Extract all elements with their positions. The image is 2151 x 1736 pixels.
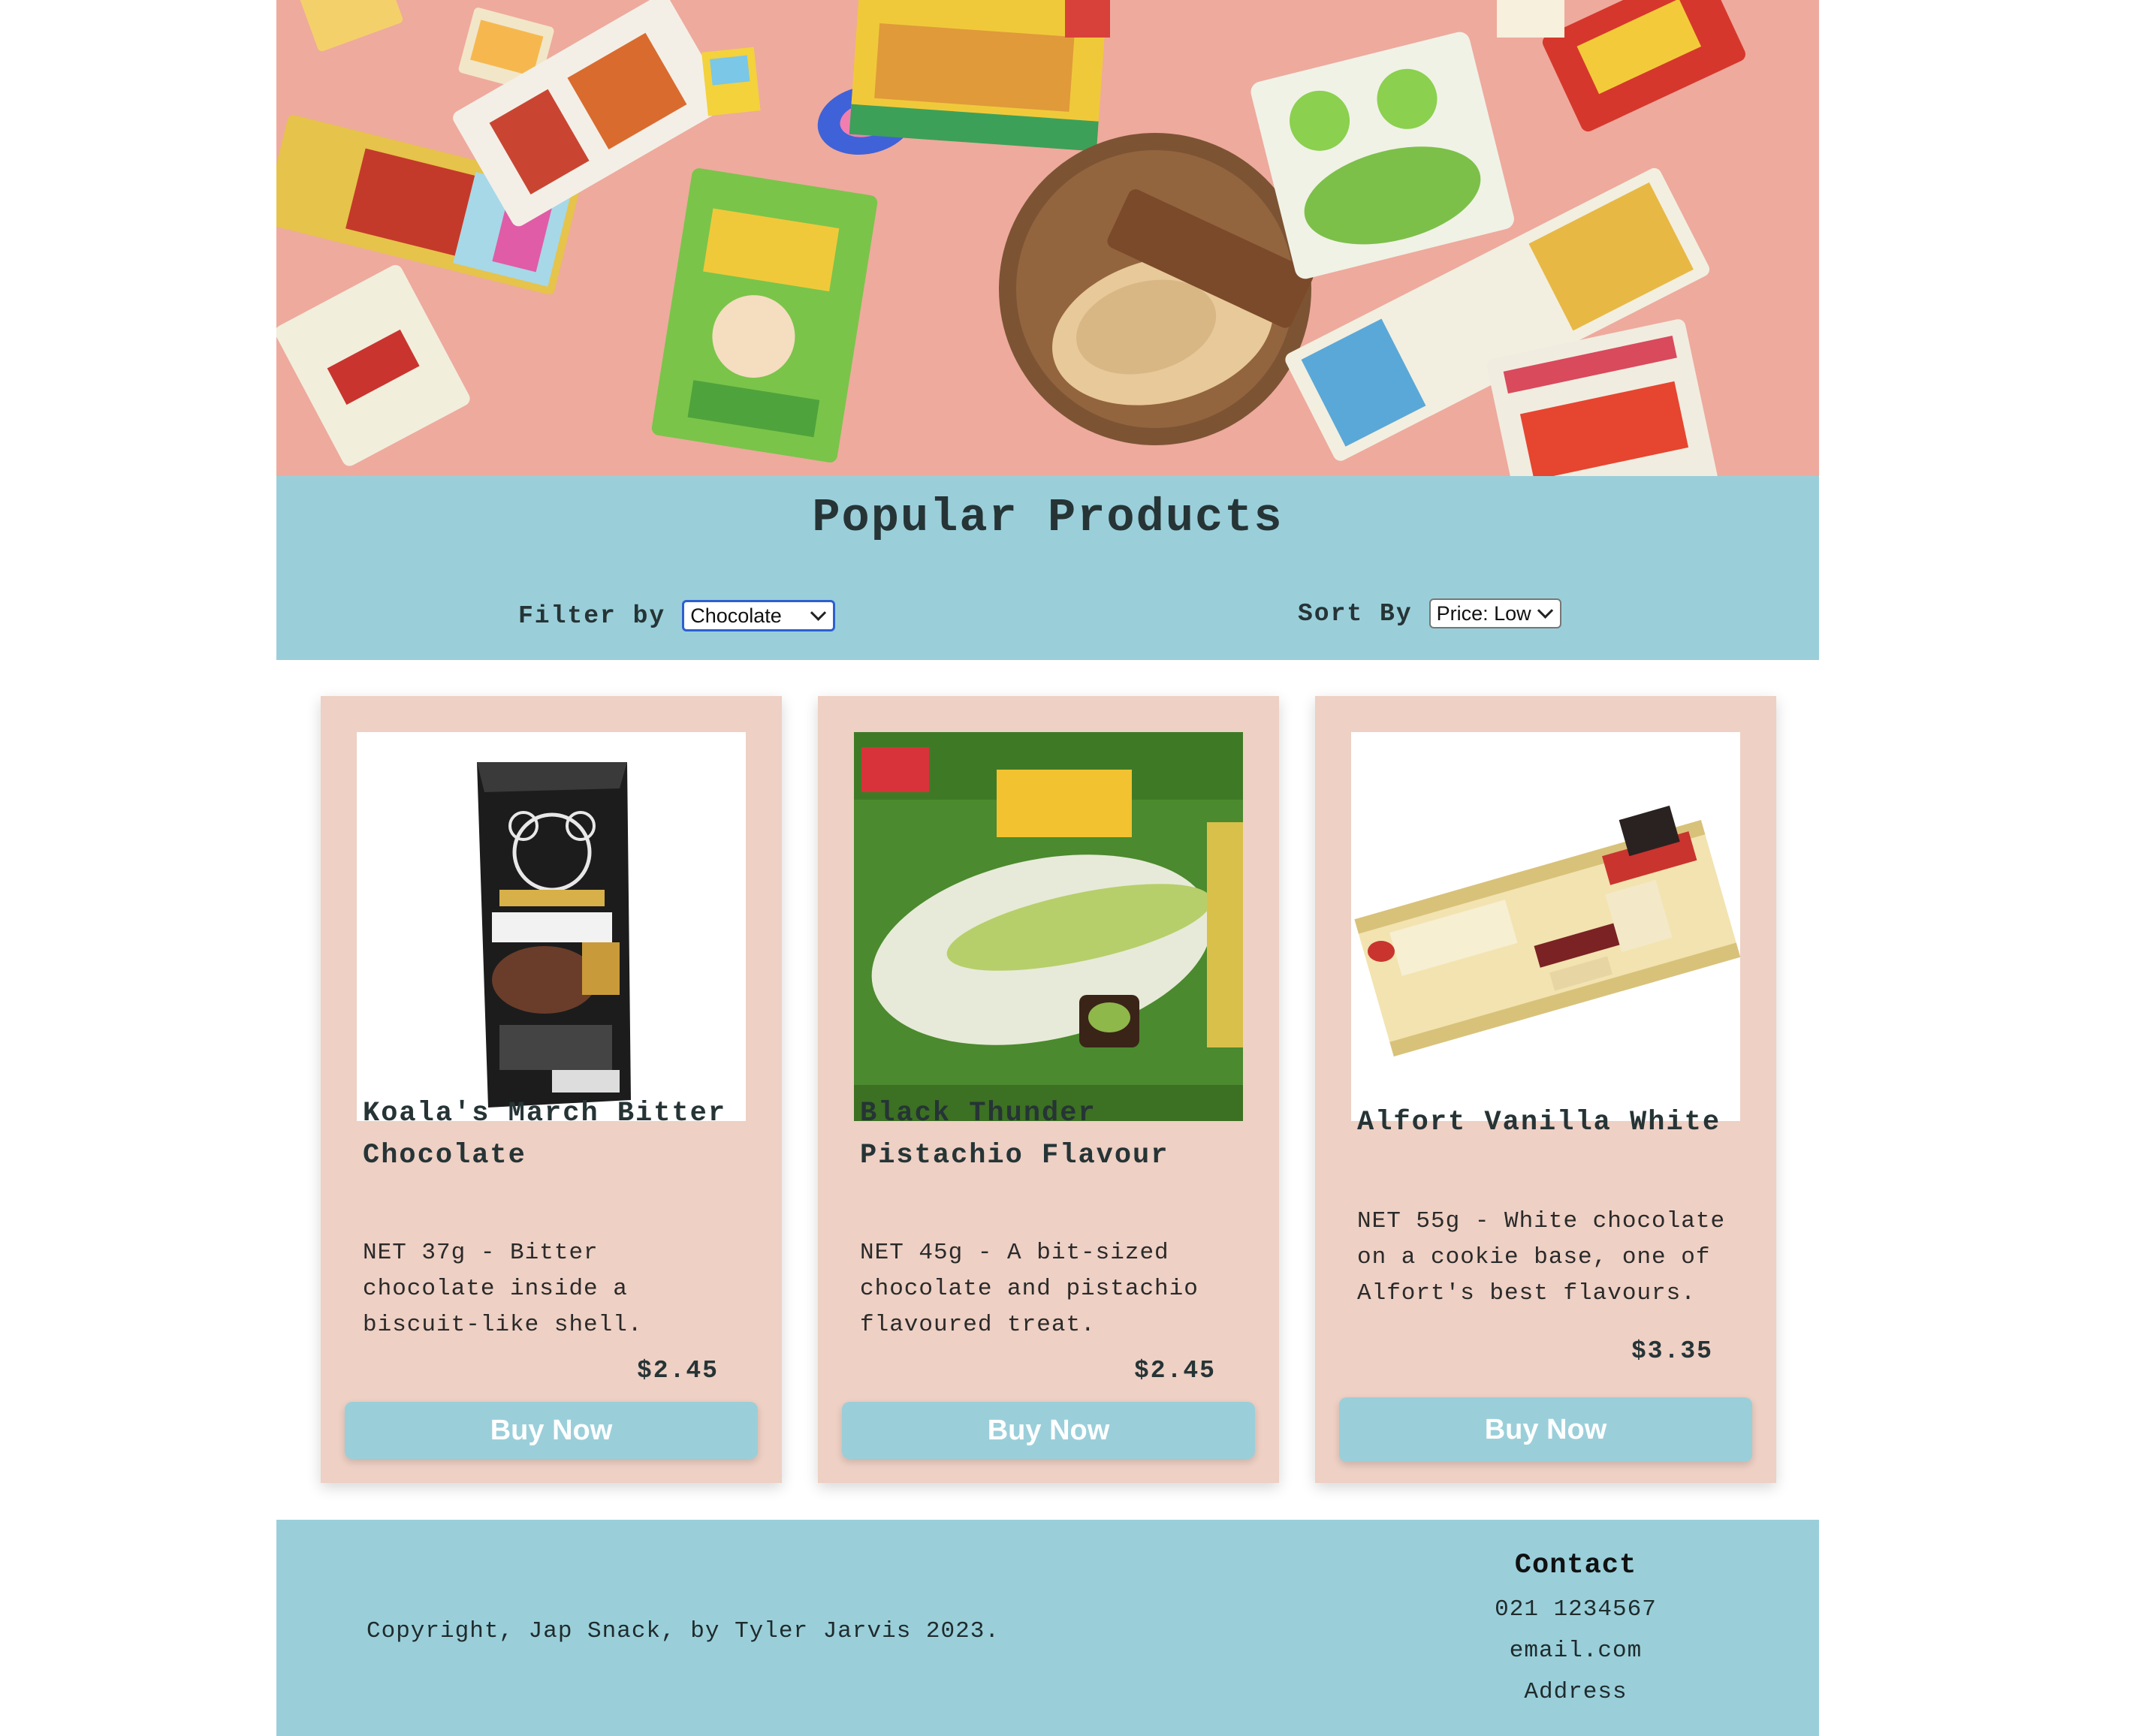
contact-email: email.com [1509, 1638, 1643, 1664]
product-card: Black Thunder Pistachio Flavour NET 45g … [818, 696, 1279, 1483]
product-image [357, 732, 746, 1121]
footer: Copyright, Jap Snack, by Tyler Jarvis 20… [276, 1520, 1819, 1736]
product-description: NET 37g - Bitter chocolate inside a bisc… [363, 1240, 643, 1338]
product-image [854, 732, 1243, 1121]
black-thunder-pack-illustration [854, 732, 1243, 1121]
filter-select[interactable]: Chocolate [682, 600, 836, 631]
site-container: Popular Products Filter by Chocolate Sor… [276, 0, 1819, 1736]
contact-address: Address [1524, 1679, 1628, 1705]
filter-control: Filter by Chocolate [518, 600, 836, 631]
filter-selected-value: Chocolate [690, 604, 782, 627]
sort-label: Sort By [1298, 599, 1413, 628]
sort-control: Sort By Price: Low [1298, 598, 1561, 628]
buy-now-button[interactable]: Buy Now [345, 1402, 758, 1459]
alfort-box-illustration [1351, 732, 1740, 1121]
buy-now-button[interactable]: Buy Now [842, 1402, 1255, 1459]
product-title: Koala's March Bitter Chocolate [363, 1098, 727, 1171]
hero-banner-image [276, 0, 1819, 476]
sort-selected-value: Price: Low [1436, 601, 1531, 625]
product-title: Black Thunder Pistachio Flavour [860, 1098, 1169, 1171]
chevron-down-icon [1537, 602, 1553, 619]
contact-phone: 021 1234567 [1495, 1596, 1657, 1623]
popular-products-header: Popular Products Filter by Chocolate Sor… [276, 476, 1819, 660]
product-price: $3.35 [1631, 1337, 1713, 1365]
product-card: Koala's March Bitter Chocolate NET 37g -… [321, 696, 782, 1483]
contact-section: Contact 021 1234567 email.com Address [1463, 1550, 1688, 1713]
product-description: NET 55g - White chocolate on a cookie ba… [1357, 1208, 1726, 1307]
product-description: NET 45g - A bit-sized chocolate and pist… [860, 1240, 1199, 1338]
product-price: $2.45 [636, 1357, 719, 1385]
product-title: Alfort Vanilla White [1357, 1107, 1721, 1138]
koalas-march-box-illustration [357, 732, 746, 1121]
filter-label: Filter by [518, 601, 666, 630]
product-card: Alfort Vanilla White NET 55g - White cho… [1315, 696, 1776, 1483]
product-price: $2.45 [1133, 1357, 1216, 1385]
chevron-down-icon [810, 604, 827, 621]
product-image [1351, 732, 1740, 1121]
page-title: Popular Products [812, 491, 1284, 544]
snack-collage-illustration [276, 0, 1819, 476]
copyright-text: Copyright, Jap Snack, by Tyler Jarvis 20… [367, 1618, 1000, 1644]
sort-select[interactable]: Price: Low [1428, 598, 1561, 628]
buy-now-button[interactable]: Buy Now [1339, 1397, 1752, 1462]
contact-title: Contact [1514, 1550, 1637, 1581]
